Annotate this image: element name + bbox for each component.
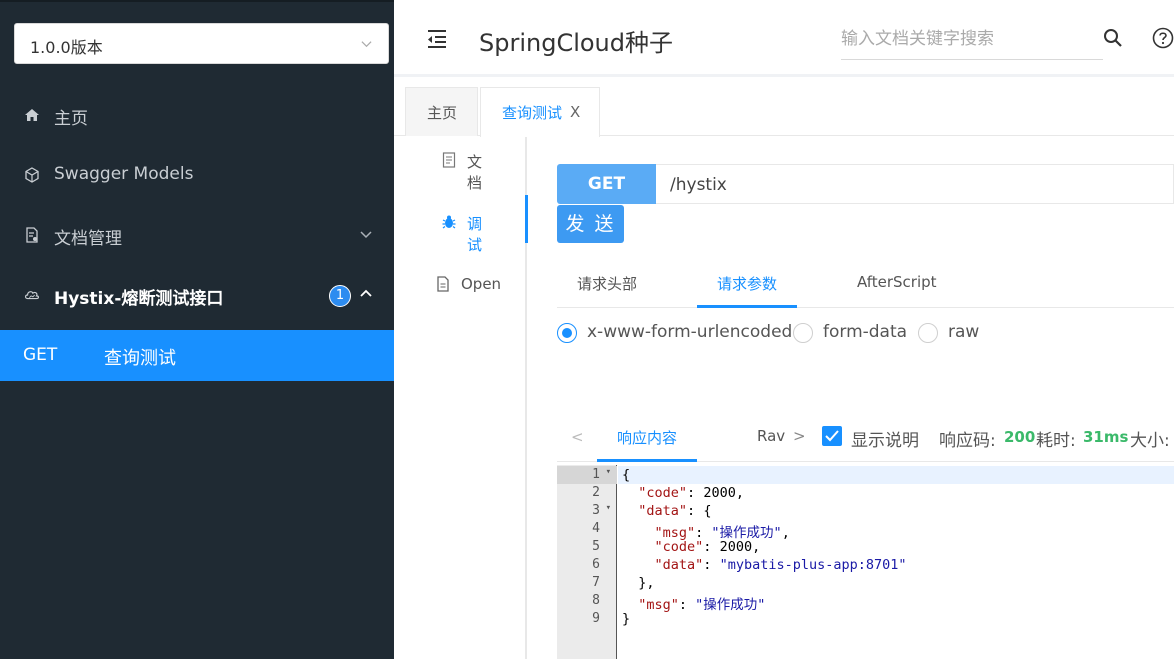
code-line: "msg": "操作成功": [638, 597, 766, 613]
radio-label: x-www-form-urlencoded: [587, 322, 793, 342]
line-number: 9: [592, 611, 600, 626]
sidebar-item-swagger-models[interactable]: Swagger Models: [0, 146, 394, 206]
bug-icon: [442, 215, 456, 229]
line-number: 1 ▾: [557, 466, 617, 484]
show-description-label: 显示说明: [851, 431, 919, 451]
tab-ink-bar: [697, 305, 797, 308]
search-input[interactable]: [841, 26, 1081, 52]
line-number: 6: [592, 557, 600, 572]
tab-raw[interactable]: Rav: [757, 427, 785, 445]
tab-response-content[interactable]: 响应内容: [617, 427, 677, 448]
response-tabs: < 响应内容 Rav > 显示说明 响应码: 200 耗时: 31ms 大小:: [557, 414, 1174, 462]
radio-label: raw: [948, 322, 980, 342]
line-number: 5: [592, 539, 600, 554]
version-select[interactable]: 1.0.0版本: [14, 23, 389, 64]
check-icon: [825, 430, 839, 442]
body-type-group: x-www-form-urlencoded form-data raw: [557, 320, 1174, 346]
elapsed-time-label: 耗时:: [1036, 431, 1076, 451]
tab-home[interactable]: 主页: [405, 87, 478, 136]
code-line: "code": 2000,: [654, 539, 761, 555]
sidebar-item-label: 文档管理: [54, 229, 122, 249]
sidebar-item-doc-management[interactable]: 文档管理: [0, 206, 394, 266]
sidebar: 1.0.0版本 主页 Swagger Models 文档管理 Hystix-熔断…: [0, 0, 394, 659]
menu-fold-icon[interactable]: [426, 28, 448, 50]
response-code-editor[interactable]: 1 ▾ 2 3 ▾ 4 5 6 7 8 9 { "code": 2000, "dat…: [557, 465, 1174, 659]
chevron-up-icon: [360, 289, 372, 297]
line-number: 4: [592, 521, 600, 536]
http-method-badge: GET: [557, 164, 656, 204]
tab-request-params[interactable]: 请求参数: [717, 273, 777, 294]
page-tabs: 主页 查询测试 X: [394, 80, 1174, 137]
menu-item-label: Open: [461, 275, 502, 293]
header: SpringCloud种子: [394, 0, 1174, 77]
code-line: }: [622, 611, 631, 627]
elapsed-time-value: 31ms: [1083, 428, 1129, 446]
tabs-prev-arrow[interactable]: <: [571, 428, 584, 446]
sidebar-item-label: Hystix-熔断测试接口: [54, 289, 224, 309]
endpoint-method: GET: [23, 345, 58, 365]
cube-icon: [25, 167, 39, 183]
sidebar-top-border: [0, 0, 394, 2]
chevron-down-icon: [360, 231, 372, 239]
menu-active-indicator: [525, 195, 528, 243]
search-box: [841, 18, 1103, 60]
status-code-value: 200: [1004, 428, 1036, 446]
tab-after-script[interactable]: AfterScript: [857, 273, 937, 291]
code-line: "data": "mybatis-plus-app:8701": [654, 557, 907, 573]
send-button[interactable]: 发 送: [557, 205, 624, 243]
home-icon: [25, 109, 39, 121]
sidebar-item-label: Swagger Models: [54, 164, 194, 184]
count-badge: 1: [329, 285, 351, 307]
cloud-icon: [24, 291, 40, 300]
url-value: /hystix: [670, 175, 727, 195]
code-line: },: [638, 575, 655, 591]
tab-query-test[interactable]: 查询测试 X: [480, 87, 600, 137]
request-tabs: 请求头部 请求参数 AfterScript: [557, 263, 1174, 308]
close-icon[interactable]: X: [570, 103, 580, 121]
line-number: 2: [592, 485, 600, 500]
radio-circle: [918, 323, 938, 343]
search-icon[interactable]: [1103, 28, 1123, 48]
document-icon: [442, 152, 456, 168]
show-description-checkbox[interactable]: [822, 426, 842, 446]
tabs-next-arrow[interactable]: >: [793, 427, 806, 445]
response-size-label: 大小:: [1130, 431, 1170, 451]
line-number: 3 ▾: [592, 503, 611, 518]
url-field[interactable]: /hystix: [656, 164, 1174, 204]
status-code-label: 响应码:: [939, 431, 996, 451]
sidebar-item-label: 主页: [54, 109, 88, 129]
version-select-value: 1.0.0版本: [30, 38, 103, 57]
endpoint-name: 查询测试: [104, 348, 176, 369]
radio-circle: [793, 323, 813, 343]
document-settings-icon: [26, 227, 38, 243]
endpoint-item-query-test[interactable]: GET 查询测试: [0, 330, 394, 381]
editor-gutter: 1 ▾ 2 3 ▾ 4 5 6 7 8 9: [557, 465, 617, 659]
line-number: 7: [592, 575, 600, 590]
tab-ink-bar: [597, 459, 697, 462]
tab-request-headers[interactable]: 请求头部: [577, 273, 637, 294]
radio-circle: [557, 323, 577, 343]
fold-arrow-icon: ▾: [605, 467, 611, 477]
line-number: 8: [592, 593, 600, 608]
menu-item-label: 调试: [467, 215, 483, 254]
file-icon: [437, 276, 449, 292]
menu-item-label: 文档: [467, 153, 483, 192]
chevron-down-icon: [361, 41, 372, 48]
radio-label: form-data: [823, 322, 908, 342]
doc-side-menu: 文档 调试 Open: [394, 137, 528, 659]
code-line: "msg": "操作成功",: [654, 525, 790, 541]
tab-label: 查询测试: [502, 104, 563, 122]
help-icon[interactable]: [1152, 27, 1174, 49]
tab-label: 主页: [427, 104, 458, 122]
code-line: {: [618, 466, 1174, 484]
code-line: "code": 2000,: [638, 485, 744, 501]
app-title: SpringCloud种子: [479, 29, 674, 57]
sidebar-item-home[interactable]: 主页: [0, 86, 394, 146]
code-line: "data": {: [638, 503, 712, 519]
fold-arrow-icon: ▾: [605, 503, 611, 513]
